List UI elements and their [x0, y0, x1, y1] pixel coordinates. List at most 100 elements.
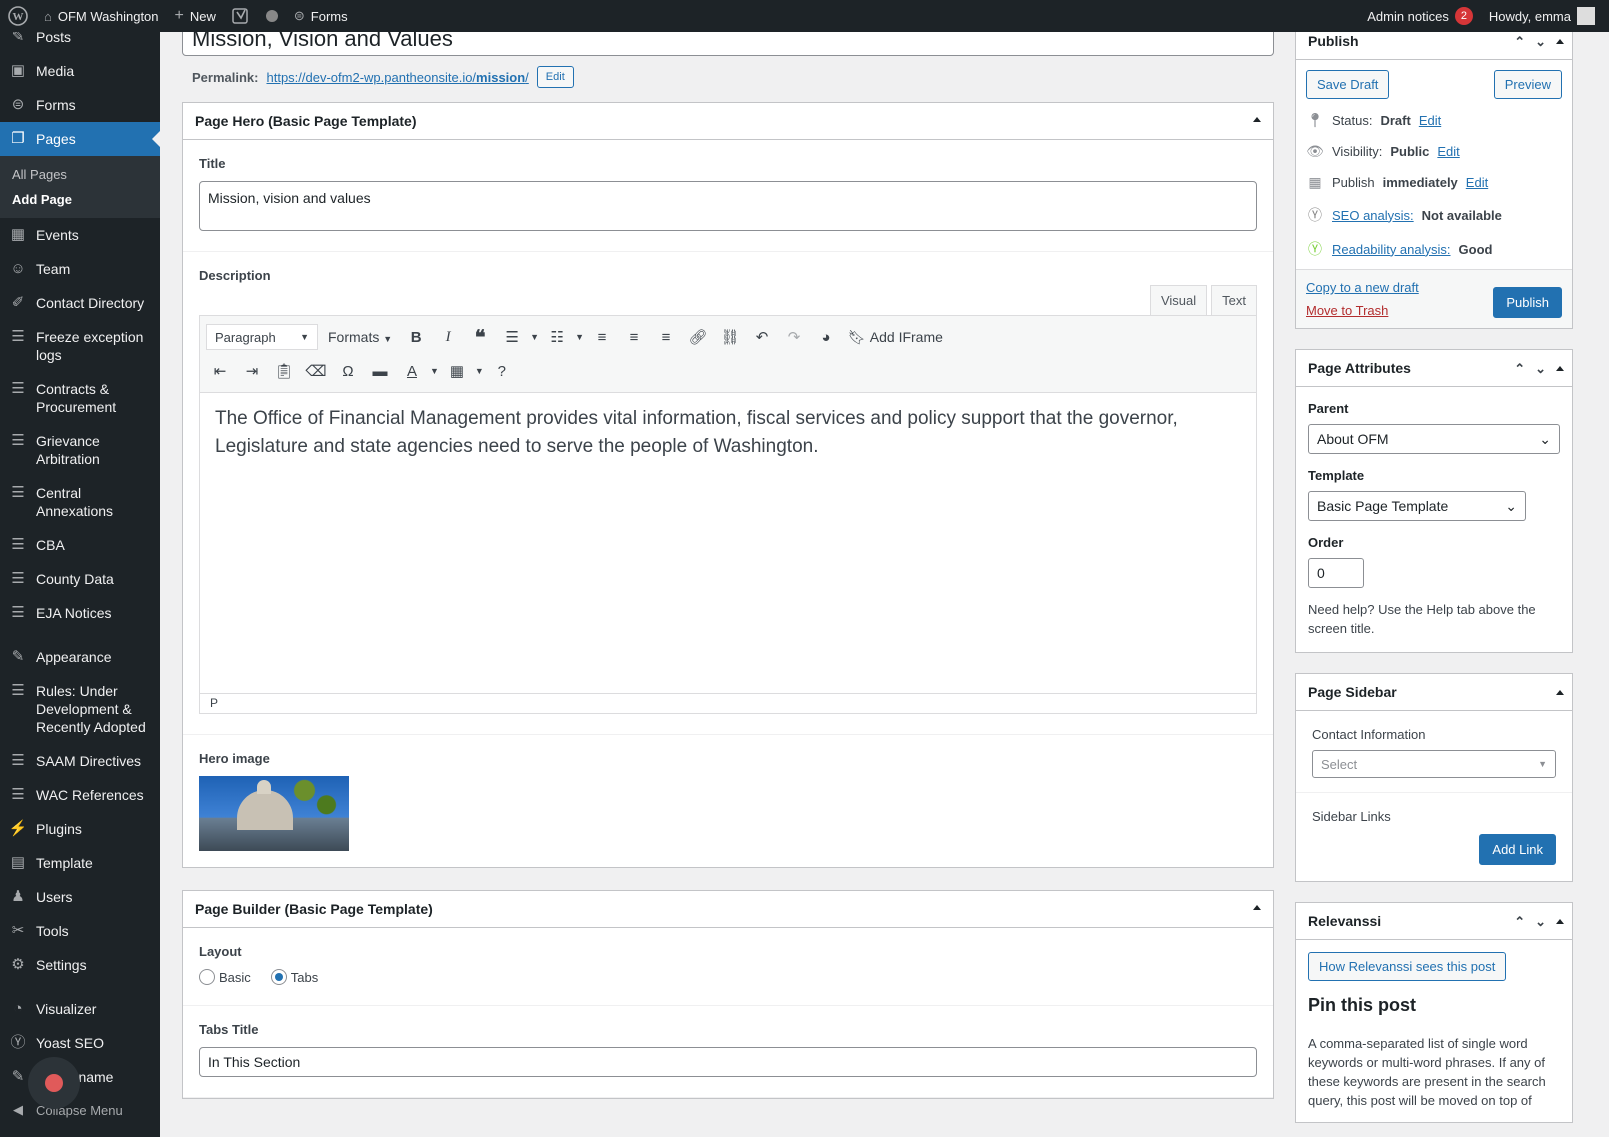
menu-item-username[interactable]: ✎ ername: [0, 1060, 160, 1094]
tabs-title-input[interactable]: In This Section: [199, 1047, 1257, 1077]
seo-analysis-link[interactable]: SEO analysis:: [1332, 208, 1414, 223]
relevanssi-header[interactable]: Relevanssi ⌃ ⌄: [1296, 903, 1572, 940]
readability-link[interactable]: Readability analysis:: [1332, 242, 1451, 257]
menu-item-central-annexations[interactable]: ☰ Central Annexations: [0, 476, 160, 528]
move-down-icon[interactable]: ⌄: [1535, 361, 1546, 377]
save-draft-button[interactable]: Save Draft: [1306, 70, 1390, 99]
menu-item-contracts-procurement[interactable]: ☰ Contracts & Procurement: [0, 372, 160, 424]
my-account-link[interactable]: Howdy, emma: [1481, 0, 1609, 32]
collapse-menu-button[interactable]: ◀ Collapse Menu: [0, 1094, 160, 1126]
horizontal-line-icon[interactable]: ▬: [366, 357, 394, 385]
menu-item-media[interactable]: ▣ Media: [0, 54, 160, 88]
unlink-icon[interactable]: ⛓︎: [716, 323, 744, 351]
template-select[interactable]: Basic Page Template ⌄: [1308, 491, 1526, 521]
layout-radio-basic[interactable]: Basic: [199, 969, 251, 985]
menu-item-pages[interactable]: ❐ Pages: [0, 122, 160, 156]
menu-item-tools[interactable]: ✂ Tools: [0, 914, 160, 948]
tab-visual[interactable]: Visual: [1149, 285, 1208, 315]
menu-item-yoast-seo[interactable]: Ⓨ Yoast SEO: [0, 1026, 160, 1060]
menu-item-plugins[interactable]: ⚡ Plugins: [0, 812, 160, 846]
align-center-icon[interactable]: ≡: [620, 323, 648, 351]
collapse-arrow-icon[interactable]: [1556, 39, 1564, 44]
page-sidebar-header[interactable]: Page Sidebar: [1296, 674, 1572, 711]
menu-item-posts[interactable]: ✎ Posts: [0, 32, 160, 54]
numbered-list-icon[interactable]: ☷: [543, 323, 571, 351]
menu-item-settings[interactable]: ⚙ Settings: [0, 948, 160, 982]
align-left-icon[interactable]: ≡: [588, 323, 616, 351]
collapse-arrow-icon[interactable]: [1253, 117, 1261, 122]
submenu-all-pages[interactable]: All Pages: [0, 162, 160, 187]
hero-image-thumbnail[interactable]: [199, 776, 349, 851]
permalink-edit-button[interactable]: Edit: [536, 66, 574, 88]
yoast-adminbar-icon[interactable]: [224, 0, 258, 32]
pie-chart-icon[interactable]: ◕: [812, 323, 840, 351]
move-up-icon[interactable]: ⌃: [1514, 34, 1525, 50]
paragraph-format-select[interactable]: Paragraph ▼: [206, 324, 318, 350]
wordpress-logo-icon[interactable]: W: [0, 0, 36, 32]
layout-radio-tabs[interactable]: Tabs: [270, 969, 318, 985]
collapse-arrow-icon[interactable]: [1556, 690, 1564, 695]
menu-item-appearance[interactable]: ✎ Appearance: [0, 640, 160, 674]
menu-item-grievance-arbitration[interactable]: ☰ Grievance Arbitration: [0, 424, 160, 476]
collapse-arrow-icon[interactable]: [1556, 366, 1564, 371]
add-iframe-button[interactable]: 🔖︎ Add IFrame: [848, 329, 943, 346]
tab-text[interactable]: Text: [1211, 285, 1257, 315]
status-edit-link[interactable]: Edit: [1419, 113, 1441, 128]
page-builder-header[interactable]: Page Builder (Basic Page Template): [183, 891, 1273, 928]
menu-item-saam-directives[interactable]: ☰ SAAM Directives: [0, 744, 160, 778]
submenu-add-page[interactable]: Add Page: [0, 187, 160, 212]
menu-item-events[interactable]: ▦ Events: [0, 218, 160, 252]
editor-content-area[interactable]: The Office of Financial Management provi…: [200, 393, 1256, 693]
menu-item-wac-references[interactable]: ☰ WAC References: [0, 778, 160, 812]
move-up-icon[interactable]: ⌃: [1514, 361, 1525, 377]
add-link-button[interactable]: Add Link: [1479, 834, 1556, 865]
italic-icon[interactable]: I: [434, 323, 462, 351]
how-relevanssi-sees-button[interactable]: How Relevanssi sees this post: [1308, 952, 1507, 981]
copy-draft-link[interactable]: Copy to a new draft: [1306, 280, 1419, 295]
special-character-icon[interactable]: Ω: [334, 357, 362, 385]
align-right-icon[interactable]: ≡: [652, 323, 680, 351]
page-attributes-header[interactable]: Page Attributes ⌃ ⌄: [1296, 350, 1572, 387]
admin-notices-link[interactable]: Admin notices 2: [1359, 0, 1481, 32]
move-down-icon[interactable]: ⌄: [1535, 914, 1546, 930]
menu-item-eja-notices[interactable]: ☰ EJA Notices: [0, 596, 160, 630]
permalink-link[interactable]: https://dev-ofm2-wp.pantheonsite.io/miss…: [266, 70, 528, 85]
move-to-trash-link[interactable]: Move to Trash: [1306, 303, 1419, 318]
menu-item-template[interactable]: ▤ Template: [0, 846, 160, 880]
move-down-icon[interactable]: ⌄: [1535, 34, 1546, 50]
publish-button[interactable]: Publish: [1493, 287, 1562, 318]
visibility-edit-link[interactable]: Edit: [1437, 144, 1459, 159]
new-content-link[interactable]: + New: [167, 0, 224, 32]
bullet-list-icon[interactable]: ☰: [498, 323, 526, 351]
help-icon[interactable]: ?: [488, 357, 516, 385]
move-up-icon[interactable]: ⌃: [1514, 914, 1525, 930]
menu-item-visualizer[interactable]: ◔ Visualizer: [0, 992, 160, 1026]
bold-icon[interactable]: B: [402, 323, 430, 351]
parent-select[interactable]: About OFM ⌄: [1308, 424, 1560, 454]
paste-icon[interactable]: 📋︎: [270, 357, 298, 385]
hero-title-textarea[interactable]: Mission, vision and values: [199, 181, 1257, 231]
insert-link-icon[interactable]: 🔗︎: [684, 323, 712, 351]
menu-item-users[interactable]: ♟ Users: [0, 880, 160, 914]
indent-icon[interactable]: ⇥: [238, 357, 266, 385]
forms-adminbar-link[interactable]: ⊜ Forms: [286, 0, 356, 32]
table-icon[interactable]: ▦: [443, 357, 471, 385]
preview-button[interactable]: Preview: [1493, 70, 1562, 99]
collapse-arrow-icon[interactable]: [1253, 905, 1261, 910]
undo-icon[interactable]: ↶: [748, 323, 776, 351]
redo-icon[interactable]: ↷: [780, 323, 808, 351]
outdent-icon[interactable]: ⇤: [206, 357, 234, 385]
menu-item-cba[interactable]: ☰ CBA: [0, 528, 160, 562]
contact-information-select[interactable]: Select ▼: [1312, 750, 1556, 778]
menu-item-forms[interactable]: ⊜ Forms: [0, 88, 160, 122]
text-color-icon[interactable]: A: [398, 357, 426, 385]
menu-item-freeze-exception-logs[interactable]: ☰ Freeze exception logs: [0, 320, 160, 372]
page-hero-header[interactable]: Page Hero (Basic Page Template): [183, 103, 1273, 140]
publish-date-edit-link[interactable]: Edit: [1466, 175, 1488, 190]
site-name-link[interactable]: ⌂ OFM Washington: [36, 0, 167, 32]
order-input[interactable]: 0: [1308, 558, 1364, 588]
menu-item-contact-directory[interactable]: ✐ Contact Directory: [0, 286, 160, 320]
clear-formatting-icon[interactable]: ⌫: [302, 357, 330, 385]
floating-action-button[interactable]: [28, 1057, 80, 1109]
menu-item-rules[interactable]: ☰ Rules: Under Development & Recently Ado…: [0, 674, 160, 744]
